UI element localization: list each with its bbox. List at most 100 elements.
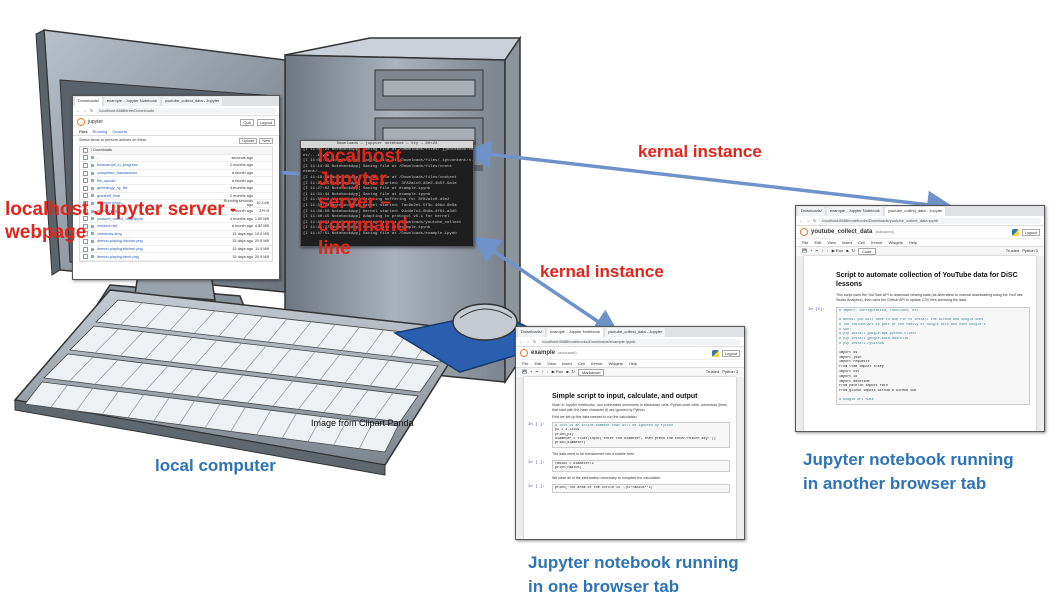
reload-icon[interactable]: ↻ (813, 218, 816, 223)
stop-icon[interactable]: ■ (846, 248, 848, 255)
forward-icon[interactable]: → (526, 339, 530, 344)
tab-files[interactable]: Files (79, 129, 87, 134)
menu-item-help[interactable]: Help (629, 361, 637, 366)
menu-item-view[interactable]: View (827, 240, 836, 245)
move-down-icon[interactable]: ↓ (547, 369, 549, 376)
menu-item-insert[interactable]: Insert (562, 361, 572, 366)
restart-icon[interactable]: ↻ (852, 248, 855, 255)
notebook-info-text: We have all of the information necessary… (552, 476, 661, 481)
menu-item-cell[interactable]: Cell (858, 240, 865, 245)
browser-tab[interactable]: example - Jupyter Notebook (826, 207, 883, 216)
file-name[interactable]: .. (97, 156, 221, 160)
select-all-checkbox[interactable] (83, 147, 88, 153)
logout-button[interactable]: Logout (721, 349, 740, 357)
quit-button[interactable]: Quit (240, 118, 254, 126)
file-row[interactable]: genealogy_ny_file 4 months ago (80, 185, 272, 193)
move-up-icon[interactable]: ↑ (542, 369, 544, 376)
file-name[interactable]: file_upload (97, 179, 221, 183)
menu-item-kernel[interactable]: Kernel (591, 361, 603, 366)
file-row[interactable]: demon-playing-kitchen.png 15 days ago 11.5… (80, 246, 272, 254)
file-row[interactable]: file_upload a month ago (80, 177, 272, 185)
cut-icon[interactable]: ✂ (815, 248, 818, 255)
stop-icon[interactable]: ■ (566, 369, 568, 376)
menu-item-file[interactable]: File (802, 240, 808, 245)
file-name[interactable]: demon-playing-fetch.png (97, 255, 221, 259)
back-icon[interactable]: ← (799, 218, 803, 223)
label-kernal-instance-mid: kernal instance (540, 262, 664, 281)
logout-button[interactable]: Logout (256, 118, 275, 126)
browser-tab[interactable]: Downloads/ (798, 207, 825, 216)
upload-button[interactable]: Upload (239, 138, 258, 144)
cell-type-select[interactable]: Markdown (578, 369, 605, 376)
cell-type-select[interactable]: Code (858, 248, 876, 255)
menu-item-widgets[interactable]: Widgets (608, 361, 622, 366)
move-up-icon[interactable]: ↑ (822, 248, 824, 255)
menu-item-view[interactable]: View (547, 361, 556, 366)
menu-item-kernel[interactable]: Kernel (871, 240, 883, 245)
file-name[interactable]: completed_transactions (97, 171, 221, 175)
menu-item-widgets[interactable]: Widgets (888, 240, 902, 245)
kernel-indicator[interactable]: Python 3 (1022, 248, 1038, 255)
url-field[interactable]: localhost:8888/tree/Downloads (96, 107, 276, 114)
browser-tab[interactable]: youtube_collect_data - Jupyter (884, 207, 946, 216)
file-name[interactable]: demon-playing-kitchen.png (97, 247, 221, 251)
browser-tab[interactable]: example - Jupyter Notebook (546, 328, 603, 337)
add-cell-icon[interactable]: + (810, 248, 812, 255)
menu-item-cell[interactable]: Cell (578, 361, 585, 366)
browser-tab[interactable]: example - Jupyter Notebook (103, 97, 160, 106)
run-button[interactable]: ▶ Run (552, 369, 564, 376)
tab-clusters[interactable]: Clusters (112, 129, 127, 134)
menu-item-edit[interactable]: Edit (534, 361, 541, 366)
url-field[interactable]: localhost:8888/notebooks/Downloads/examp… (539, 338, 741, 345)
kernel-indicator[interactable]: Python 3 (722, 369, 738, 376)
logout-button[interactable]: Logout (1021, 228, 1040, 236)
reload-icon[interactable]: ↻ (90, 108, 93, 113)
file-row[interactable]: completed_transactions a month ago (80, 170, 272, 178)
row-checkbox[interactable] (83, 178, 88, 184)
row-checkbox[interactable] (83, 254, 88, 260)
back-icon[interactable]: ← (76, 108, 80, 113)
code-cell[interactable]: print('The area of the circle is ',pi*ra… (552, 484, 730, 493)
file-icon (91, 171, 94, 175)
code-cell[interactable]: radius = diameter/2 print(radius) (552, 459, 730, 473)
trusted-badge[interactable]: Trusted (1006, 248, 1019, 255)
row-checkbox[interactable] (83, 162, 88, 168)
browser-tab[interactable]: Downloads/ (75, 97, 102, 106)
menu-item-file[interactable]: File (522, 361, 528, 366)
add-cell-icon[interactable]: + (530, 369, 532, 376)
row-checkbox[interactable] (83, 246, 88, 252)
menu-item-insert[interactable]: Insert (842, 240, 852, 245)
row-checkbox[interactable] (83, 155, 88, 161)
save-icon[interactable]: 💾 (522, 369, 527, 376)
back-icon[interactable]: ← (519, 339, 523, 344)
file-row[interactable]: demon-playing-fetch.png 15 days ago 20.9 M… (80, 253, 272, 261)
url-field[interactable]: localhost:8888/notebooks/Downloads/youtu… (819, 217, 1041, 224)
trusted-badge[interactable]: Trusted (706, 369, 719, 376)
forward-icon[interactable]: → (806, 218, 810, 223)
menu-item-edit[interactable]: Edit (814, 240, 821, 245)
browser-tab[interactable]: Downloads/ (518, 328, 545, 337)
save-icon[interactable]: 💾 (802, 248, 807, 255)
tab-running[interactable]: Running (92, 129, 107, 134)
forward-icon[interactable]: → (83, 108, 87, 113)
menu-item-help[interactable]: Help (909, 240, 917, 245)
file-row[interactable]: bootcamps_in_progress 2 months ago (80, 162, 272, 170)
code-cell[interactable]: # import, configuration, functions, etc.… (836, 307, 1030, 405)
file-name[interactable]: bootcamps_in_progress (97, 163, 221, 167)
file-row[interactable]: .. seconds ago (80, 155, 272, 163)
breadcrumb-path[interactable]: / Downloads (91, 148, 269, 152)
reload-icon[interactable]: ↻ (533, 339, 536, 344)
new-button[interactable]: New (259, 138, 273, 144)
browser-tab[interactable]: youtube_collect_data - Jupyter (161, 97, 223, 106)
run-button[interactable]: ▶ Run (832, 248, 844, 255)
notebook-name[interactable]: youtube_collect_data (811, 229, 872, 235)
browser-tab[interactable]: youtube_collect_data - Jupyter (604, 328, 666, 337)
move-down-icon[interactable]: ↓ (827, 248, 829, 255)
row-checkbox[interactable] (83, 185, 88, 191)
file-name[interactable]: genealogy_ny_file (97, 186, 221, 190)
row-checkbox[interactable] (83, 170, 88, 176)
cut-icon[interactable]: ✂ (535, 369, 538, 376)
code-cell[interactable]: # This is an inline comment that will be… (552, 422, 730, 448)
notebook-name[interactable]: example (531, 350, 555, 356)
restart-icon[interactable]: ↻ (572, 369, 575, 376)
